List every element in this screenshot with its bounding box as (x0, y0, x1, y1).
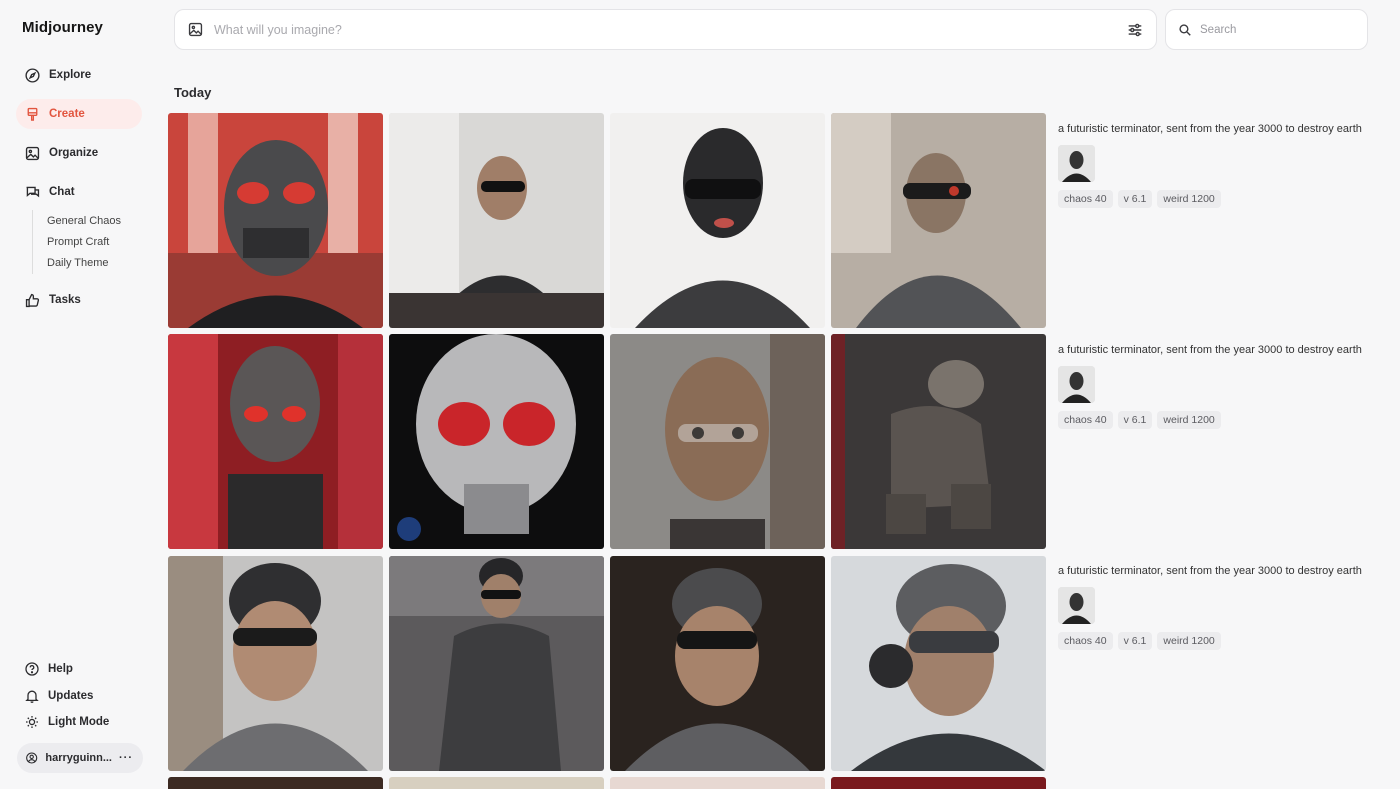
generated-image-man-beanie-1[interactable] (168, 556, 383, 771)
param-version-chip[interactable]: v 6.1 (1117, 189, 1153, 208)
job-info-3: a futuristic terminator, sent from the y… (1058, 563, 1368, 650)
username: harryguinn... (45, 752, 112, 764)
chat-icon (26, 186, 40, 197)
generated-image-man-beanie-headphones[interactable] (831, 556, 1046, 771)
sidebar-item-label: Create (49, 108, 85, 120)
param-weird-chip[interactable]: weird 1200 (1157, 189, 1221, 208)
updates-link[interactable]: Updates (16, 684, 93, 708)
param-version-chip[interactable]: v 6.1 (1117, 631, 1153, 650)
param-version-chip[interactable]: v 6.1 (1117, 410, 1153, 429)
job-prompt[interactable]: a futuristic terminator, sent from the y… (1058, 121, 1368, 138)
sun-icon (26, 716, 38, 728)
sidebar: Midjourney Explore Create Organize Chat … (0, 0, 160, 789)
generated-image-cyborg-man[interactable] (831, 113, 1046, 328)
sidebar-item-label: Organize (49, 147, 99, 159)
sidebar-item-chat[interactable]: Chat (16, 177, 142, 207)
generated-image-black-robot-head[interactable] (610, 113, 825, 328)
section-title-today: Today (174, 85, 212, 100)
light-mode-toggle[interactable]: Light Mode (16, 710, 109, 734)
user-account-button[interactable]: harryguinn... ··· (17, 743, 143, 773)
bell-icon (25, 690, 39, 703)
job-thumbnail[interactable] (1058, 144, 1095, 182)
user-icon (26, 752, 38, 764)
search-input[interactable] (1200, 23, 1355, 36)
thumbs-up-icon (25, 293, 40, 307)
sidebar-item-label: Explore (49, 69, 92, 81)
help-link[interactable]: Help (16, 657, 73, 681)
generated-image-man-hoodie[interactable] (389, 556, 604, 771)
brush-icon (27, 107, 38, 121)
job-thumbnail[interactable] (1058, 586, 1095, 624)
generated-image-next-row[interactable] (389, 777, 604, 789)
settings-sliders-icon[interactable] (1126, 21, 1144, 39)
generated-image-chrome-skull[interactable] (389, 334, 604, 549)
generated-image-robot-skull[interactable] (168, 113, 383, 328)
param-weird-chip[interactable]: weird 1200 (1157, 631, 1221, 650)
job-parameters: chaos 40 v 6.1 weird 1200 (1058, 631, 1368, 650)
prompt-bar (174, 9, 1157, 50)
job-parameters: chaos 40 v 6.1 weird 1200 (1058, 189, 1368, 208)
prompt-input[interactable] (214, 22, 1126, 37)
chat-room-general-chaos[interactable]: General Chaos (47, 215, 121, 227)
sidebar-item-tasks[interactable]: Tasks (16, 285, 142, 315)
app-logo[interactable]: Midjourney (22, 19, 103, 36)
generated-image-man-beanie-2[interactable] (610, 556, 825, 771)
sidebar-item-label: Tasks (49, 294, 81, 306)
chat-rooms-rail (32, 210, 33, 274)
job-prompt[interactable]: a futuristic terminator, sent from the y… (1058, 563, 1368, 580)
generated-image-damaged-face[interactable] (610, 334, 825, 549)
image-icon (25, 146, 40, 160)
job-prompt[interactable]: a futuristic terminator, sent from the y… (1058, 342, 1368, 359)
generated-image-crouching-robot[interactable] (831, 334, 1046, 549)
light-mode-label: Light Mode (48, 716, 110, 728)
generated-image-next-row[interactable] (168, 777, 383, 789)
sidebar-item-create[interactable]: Create (16, 99, 142, 129)
help-label: Help (48, 663, 73, 675)
search-icon (1179, 23, 1191, 36)
sidebar-item-explore[interactable]: Explore (16, 60, 142, 90)
generated-image-man-headphones[interactable] (389, 113, 604, 328)
job-thumbnail[interactable] (1058, 365, 1095, 403)
generated-image-next-row[interactable] (610, 777, 825, 789)
generated-image-next-row[interactable] (831, 777, 1046, 789)
param-chaos-chip[interactable]: chaos 40 (1058, 410, 1113, 429)
compass-icon (25, 67, 40, 83)
sidebar-item-label: Chat (49, 186, 75, 198)
user-menu-icon[interactable]: ··· (119, 752, 133, 764)
job-info-1: a futuristic terminator, sent from the y… (1058, 121, 1368, 208)
help-icon (25, 662, 39, 676)
image-upload-icon[interactable] (187, 21, 204, 38)
job-info-2: a futuristic terminator, sent from the y… (1058, 342, 1368, 429)
chat-room-daily-theme[interactable]: Daily Theme (47, 257, 109, 269)
sidebar-item-organize[interactable]: Organize (16, 138, 142, 168)
job-parameters: chaos 40 v 6.1 weird 1200 (1058, 410, 1368, 429)
param-chaos-chip[interactable]: chaos 40 (1058, 189, 1113, 208)
param-chaos-chip[interactable]: chaos 40 (1058, 631, 1113, 650)
param-weird-chip[interactable]: weird 1200 (1157, 410, 1221, 429)
search-bar (1165, 9, 1368, 50)
chat-room-prompt-craft[interactable]: Prompt Craft (47, 236, 109, 248)
generated-image-red-endoskeleton[interactable] (168, 334, 383, 549)
updates-label: Updates (48, 690, 94, 702)
